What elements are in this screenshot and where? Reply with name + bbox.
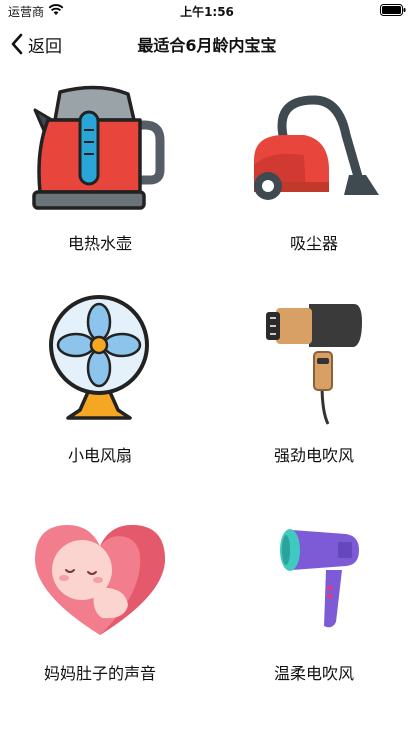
status-time: 上午1:56: [180, 5, 234, 19]
sound-item-fan[interactable]: 小电风扇: [0, 292, 200, 492]
sound-item-gentle-dryer[interactable]: 温柔电吹风: [214, 510, 414, 710]
sound-item-kettle[interactable]: 电热水壶: [0, 80, 200, 280]
electric-fan-icon: [49, 295, 149, 420]
item-label: 吸尘器: [289, 234, 338, 253]
womb-baby-heart-icon: [35, 525, 165, 635]
item-label: 小电风扇: [67, 446, 132, 465]
battery-icon: [380, 4, 406, 16]
sound-item-strong-dryer[interactable]: 强劲电吹风: [214, 292, 414, 492]
sound-item-vacuum[interactable]: 吸尘器: [214, 80, 414, 280]
item-label: 强劲电吹风: [273, 446, 354, 465]
navigation-bar: 返回 最适合6月龄内宝宝: [0, 22, 414, 66]
sound-item-mom-belly[interactable]: 妈妈肚子的声音: [0, 510, 200, 710]
electric-kettle-icon: [32, 85, 165, 210]
gentle-hair-dryer-icon: [280, 529, 359, 628]
item-label: 温柔电吹风: [273, 664, 354, 683]
page-title: 最适合6月龄内宝宝: [137, 36, 277, 55]
hair-dryer-icon: [266, 304, 362, 425]
vacuum-cleaner-icon: [254, 95, 379, 200]
item-label: 电热水壶: [67, 234, 132, 253]
status-bar: 运营商 上午1:56: [0, 0, 414, 22]
item-label: 妈妈肚子的声音: [43, 664, 156, 683]
